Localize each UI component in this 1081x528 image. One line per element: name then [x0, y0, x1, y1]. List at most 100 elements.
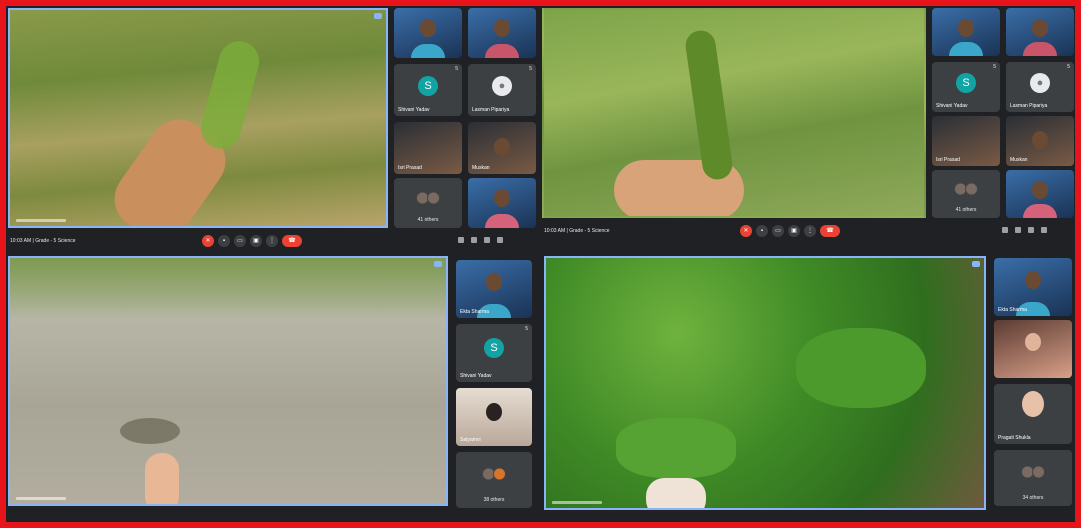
- seedling-hole: [120, 418, 180, 444]
- participant-tile[interactable]: Muskan: [1006, 116, 1074, 166]
- meeting-toolbar: 10:03 AM | Grade - 5 Science ✕ ▪ ▭ ▣ ⋮ ☎: [540, 222, 1075, 240]
- captions-icon[interactable]: ▭: [234, 235, 246, 247]
- camera-icon[interactable]: ▪: [218, 235, 230, 247]
- avatar-group: [416, 191, 440, 205]
- meet-window-2: S 5 Shivani Yadav ● 5 Laxman Pipariya Is…: [540, 6, 1075, 250]
- participant-tile[interactable]: Muskan: [468, 122, 536, 174]
- main-video-rice-field-2: [542, 8, 926, 218]
- mic-off-icon[interactable]: ✕: [202, 235, 214, 247]
- meet-window-1: S 5 Shivani Yadav ● 5 Laxman Pipariya Is…: [6, 6, 536, 250]
- participant-tile[interactable]: [468, 178, 536, 228]
- participant-name: Satyamvi: [460, 437, 481, 443]
- others-count: 41 others: [417, 217, 439, 223]
- present-icon[interactable]: ▣: [788, 225, 800, 237]
- speaker-name: [16, 219, 66, 222]
- participant-tile[interactable]: S 5 Shivani Yadav: [456, 324, 532, 382]
- avatar-group: [482, 467, 506, 481]
- leaf-cluster: [616, 418, 736, 478]
- person-head: [1032, 131, 1048, 149]
- main-video-soil: [8, 256, 448, 506]
- participant-name: Shivani Yadav: [398, 107, 430, 113]
- info-icon[interactable]: [458, 237, 464, 243]
- participant-tile[interactable]: S 5 Shivani Yadav: [932, 62, 1000, 112]
- hang-up-button[interactable]: ☎: [282, 235, 302, 247]
- person-head: [486, 402, 502, 421]
- tile-count: 5: [525, 326, 528, 332]
- person-body: [949, 42, 983, 56]
- tile-count: 5: [1067, 64, 1070, 70]
- more-options-icon[interactable]: ⋮: [804, 225, 816, 237]
- participant-tile[interactable]: ● 5 Laxman Pipariya: [1006, 62, 1074, 112]
- pin-icon[interactable]: [434, 261, 442, 267]
- hang-up-button[interactable]: ☎: [820, 225, 840, 237]
- speaker-name: [552, 501, 602, 504]
- more-options-icon[interactable]: ⋮: [266, 235, 278, 247]
- others-count: 38 others: [483, 497, 505, 503]
- participant-tile[interactable]: [468, 8, 536, 58]
- participant-tile[interactable]: Ekta Sharma: [994, 258, 1072, 316]
- others-count: 34 others: [1022, 495, 1044, 501]
- participant-tile[interactable]: Isri Prasad: [932, 116, 1000, 166]
- participant-name: Ekta Sharma: [460, 309, 489, 315]
- participant-tile[interactable]: Satyamvi: [456, 388, 532, 446]
- participant-tile[interactable]: [394, 8, 462, 58]
- people-icon[interactable]: [1015, 227, 1021, 233]
- participant-name: Ekta Sharma: [998, 307, 1027, 313]
- participant-name: Isri Prasad: [398, 165, 422, 171]
- participant-tile[interactable]: Isri Prasad: [394, 122, 462, 174]
- person-head: [494, 189, 510, 207]
- info-icon[interactable]: [1002, 227, 1008, 233]
- participant-name: Laxman Pipariya: [472, 107, 510, 113]
- meet-window-3: Ekta Sharma S 5 Shivani Yadav Satyamvi 3…: [6, 254, 536, 522]
- participant-name: Pragati Shukla: [998, 435, 1031, 441]
- speaker-name: [16, 497, 66, 500]
- tile-count: 5: [455, 66, 458, 72]
- meet-window-4: Ekta Sharma Pragati Shukla 34 others: [540, 254, 1075, 522]
- participant-tile[interactable]: [1006, 170, 1074, 218]
- participant-tile[interactable]: ● 5 Laxman Pipariya: [468, 64, 536, 116]
- call-controls: ✕ ▪ ▭ ▣ ⋮ ☎: [202, 235, 302, 247]
- composite-screenshot: S 5 Shivani Yadav ● 5 Laxman Pipariya Is…: [6, 6, 1075, 522]
- people-icon[interactable]: [471, 237, 477, 243]
- participant-tile[interactable]: [1006, 8, 1074, 56]
- others-tile[interactable]: 34 others: [994, 450, 1072, 506]
- avatar: S: [418, 75, 438, 96]
- others-tile[interactable]: 38 others: [456, 452, 532, 508]
- avatar-group: [954, 182, 978, 196]
- call-controls: ✕ ▪ ▭ ▣ ⋮ ☎: [740, 225, 840, 237]
- meeting-info: 10:03 AM | Grade - 5 Science: [10, 238, 76, 244]
- person-head: [420, 19, 436, 37]
- pin-icon[interactable]: [972, 261, 980, 267]
- mic-off-icon[interactable]: ✕: [740, 225, 752, 237]
- participant-name: Isri Prasad: [936, 157, 960, 163]
- camera-icon[interactable]: ▪: [756, 225, 768, 237]
- pin-icon[interactable]: [374, 13, 382, 19]
- tile-count: 5: [529, 66, 532, 72]
- person-head: [1025, 332, 1041, 351]
- activities-icon[interactable]: [1041, 227, 1047, 233]
- captions-icon[interactable]: ▭: [772, 225, 784, 237]
- grass-patch: [10, 258, 446, 318]
- chat-icon[interactable]: [1028, 227, 1034, 233]
- activities-icon[interactable]: [497, 237, 503, 243]
- participant-tile[interactable]: S 5 Shivani Yadav: [394, 64, 462, 116]
- person-body: [485, 214, 519, 228]
- person-head: [1025, 270, 1041, 289]
- avatar: ●: [1030, 73, 1050, 93]
- participant-name: Shivani Yadav: [460, 373, 492, 379]
- participant-tile[interactable]: Ekta Sharma: [456, 260, 532, 318]
- participant-tile[interactable]: [932, 8, 1000, 56]
- person-head: [494, 137, 510, 156]
- participant-tile[interactable]: [994, 320, 1072, 378]
- main-video-rice-field-1: [8, 8, 388, 228]
- present-icon[interactable]: ▣: [250, 235, 262, 247]
- participant-tile[interactable]: Pragati Shukla: [994, 384, 1072, 444]
- chat-icon[interactable]: [484, 237, 490, 243]
- person-head: [494, 19, 510, 37]
- person-head: [1022, 391, 1044, 418]
- participant-name: Muskan: [472, 165, 490, 171]
- person-body: [1023, 42, 1057, 56]
- others-tile[interactable]: 41 others: [932, 170, 1000, 218]
- rice-plant: [683, 28, 735, 182]
- others-tile[interactable]: 41 others: [394, 178, 462, 228]
